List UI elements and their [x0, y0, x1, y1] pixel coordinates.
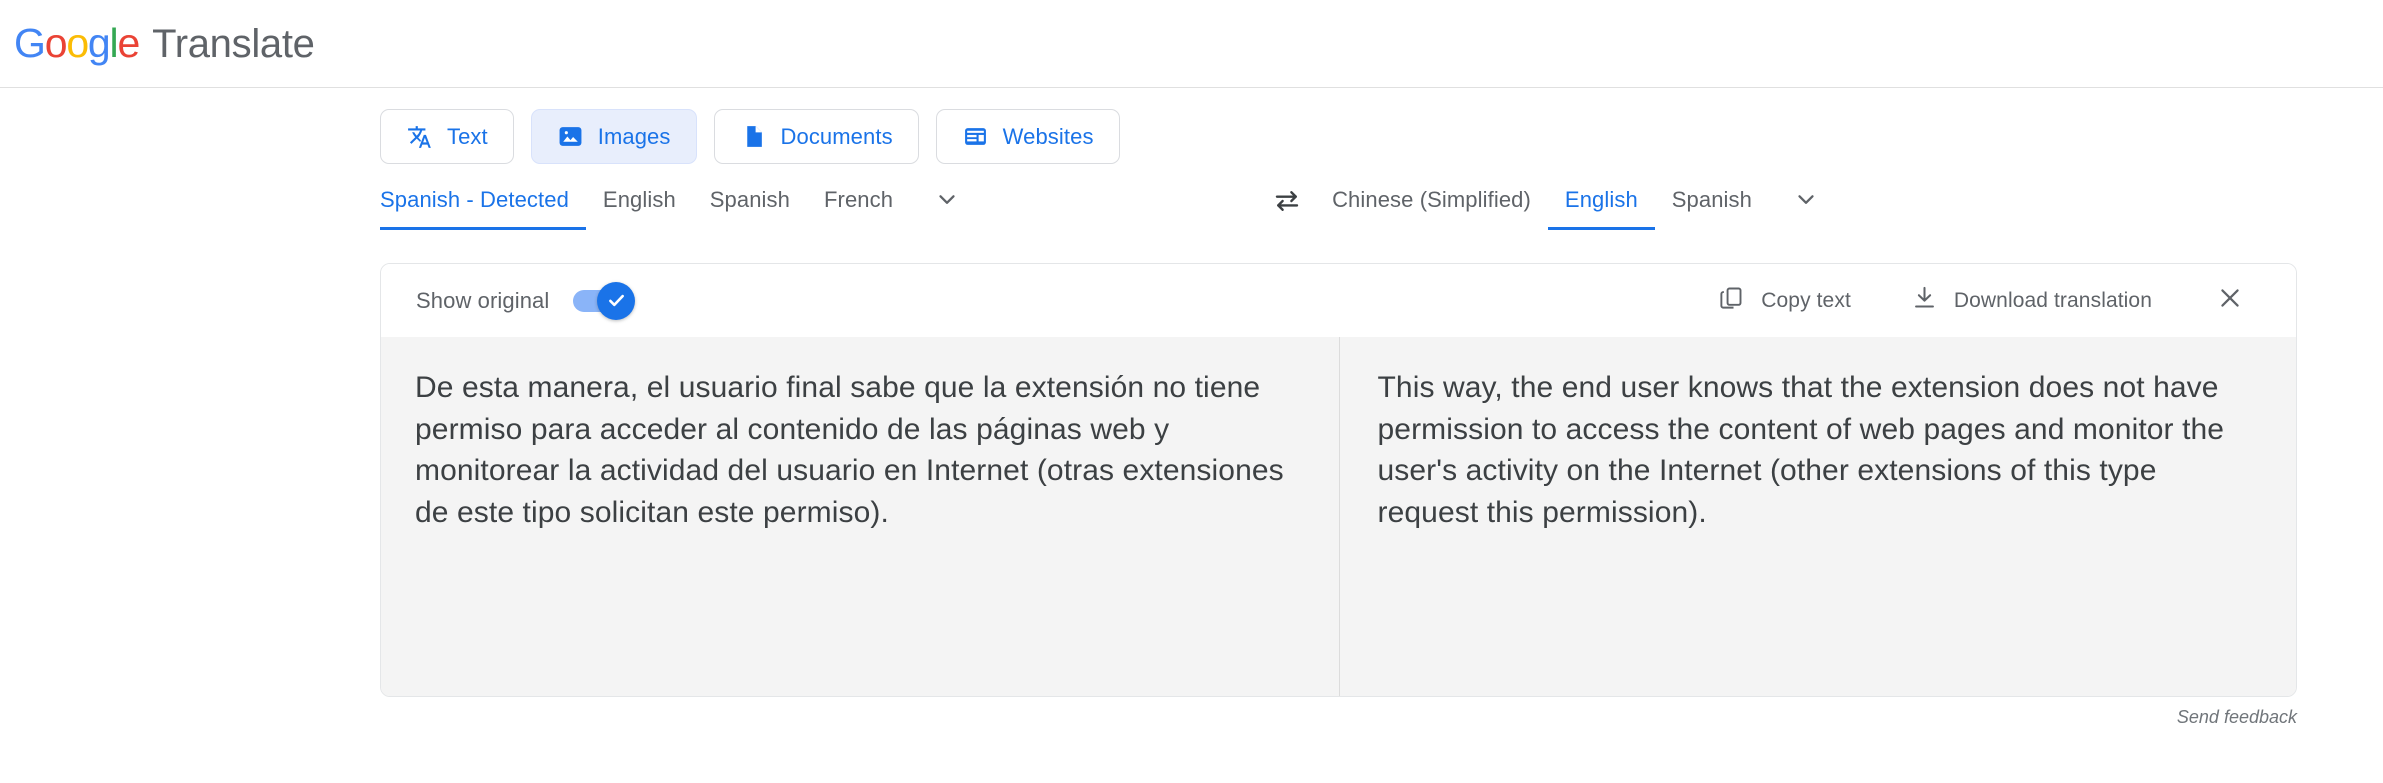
- tab-websites[interactable]: Websites: [935, 109, 1120, 164]
- logo-letter: o: [66, 20, 89, 66]
- source-lang-spanish[interactable]: Spanish: [693, 187, 807, 230]
- copy-icon: [1718, 284, 1745, 317]
- tab-text[interactable]: Text: [380, 109, 514, 164]
- logo-letter: e: [117, 20, 140, 66]
- target-language-group: Chinese (Simplified) English Spanish: [1332, 186, 1843, 231]
- copy-text-label: Copy text: [1761, 288, 1851, 312]
- target-lang-spanish[interactable]: Spanish: [1655, 187, 1769, 230]
- toolbar-actions: Copy text Download translation: [1688, 284, 2262, 317]
- card-toolbar: Show original Copy text Download transla…: [381, 264, 2296, 337]
- translated-text-pane: This way, the end user knows that the ex…: [1338, 337, 2297, 696]
- translate-text-icon: [406, 123, 433, 150]
- source-lang-french[interactable]: French: [807, 187, 910, 230]
- tab-images[interactable]: Images: [530, 109, 697, 164]
- brand[interactable]: Google Translate: [14, 20, 315, 67]
- card-body: De esta manera, el usuario final sabe qu…: [381, 337, 2296, 696]
- source-text: De esta manera, el usuario final sabe qu…: [415, 371, 1284, 530]
- tab-label: Text: [447, 123, 488, 149]
- chevron-down-icon: [934, 186, 960, 217]
- translated-text: This way, the end user knows that the ex…: [1377, 371, 2225, 530]
- swap-languages-button[interactable]: [1272, 186, 1302, 235]
- language-selector-row: Spanish - Detected English Spanish Frenc…: [0, 164, 2383, 230]
- show-original-toggle[interactable]: Show original: [416, 281, 636, 320]
- tab-label: Websites: [1002, 123, 1094, 149]
- close-icon: [2216, 284, 2244, 317]
- source-lang-spanish-detected[interactable]: Spanish - Detected: [380, 187, 586, 230]
- logo-letter: G: [14, 20, 46, 66]
- tab-label: Images: [597, 123, 671, 149]
- document-icon: [740, 123, 767, 150]
- target-language-dropdown[interactable]: [1769, 186, 1843, 231]
- app-header: Google Translate: [0, 0, 2383, 88]
- source-language-group: Spanish - Detected English Spanish Frenc…: [380, 186, 984, 231]
- download-translation-label: Download translation: [1953, 288, 2152, 312]
- download-icon: [1911, 284, 1938, 317]
- swap-horizontal-icon: [1272, 186, 1302, 221]
- toggle-knob: [597, 281, 636, 320]
- close-button[interactable]: [2182, 284, 2262, 317]
- source-text-pane: De esta manera, el usuario final sabe qu…: [381, 337, 1339, 696]
- google-logo: Google: [14, 20, 140, 67]
- website-icon: [962, 123, 989, 150]
- logo-letter: g: [87, 20, 111, 66]
- send-feedback-link[interactable]: Send feedback: [2177, 707, 2297, 728]
- translation-result-card: Show original Copy text Download transla…: [380, 263, 2297, 697]
- tab-documents[interactable]: Documents: [713, 109, 919, 164]
- chevron-down-icon: [1793, 186, 1819, 217]
- image-icon: [557, 123, 584, 150]
- product-name: Translate: [152, 22, 315, 66]
- copy-text-button[interactable]: Copy text: [1688, 284, 1881, 317]
- show-original-label: Show original: [416, 287, 550, 313]
- source-language-dropdown[interactable]: [910, 186, 984, 231]
- target-lang-english[interactable]: English: [1547, 187, 1655, 230]
- mode-tab-bar: Text Images Documents Websites: [0, 88, 2383, 164]
- download-translation-button[interactable]: Download translation: [1881, 284, 2182, 317]
- target-lang-chinese-simplified[interactable]: Chinese (Simplified): [1332, 187, 1548, 230]
- tab-label: Documents: [780, 123, 893, 149]
- logo-letter: o: [44, 20, 68, 66]
- toggle-track[interactable]: [573, 281, 636, 320]
- source-lang-english[interactable]: English: [586, 187, 693, 230]
